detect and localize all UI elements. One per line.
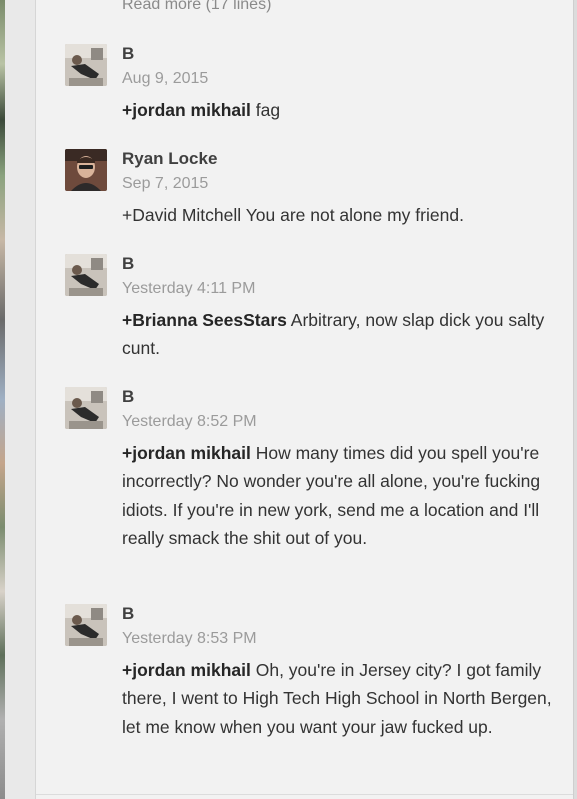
comment-author[interactable]: B xyxy=(122,387,134,407)
comment-body: +jordan mikhail How many times did you s… xyxy=(122,439,562,553)
mention-link[interactable]: +Brianna SeesStars xyxy=(122,310,287,330)
comment-item: B Yesterday 8:52 PM +jordan mikhail How … xyxy=(65,387,545,587)
avatar[interactable] xyxy=(65,387,107,429)
scrollbar-track[interactable] xyxy=(573,0,577,799)
left-gutter xyxy=(5,0,36,799)
mention-link[interactable]: +jordan mikhail xyxy=(122,100,251,120)
comment-body: +Brianna SeesStars Arbitrary, now slap d… xyxy=(122,306,562,363)
comment-date[interactable]: Aug 9, 2015 xyxy=(122,70,208,88)
comment-text: fag xyxy=(250,100,281,120)
comment-author[interactable]: B xyxy=(122,604,134,624)
comment-item: B Yesterday 8:53 PM +jordan mikhail Oh, … xyxy=(65,604,552,774)
comment-date[interactable]: Sep 7, 2015 xyxy=(122,175,208,193)
read-more-link[interactable]: Read more (17 lines) xyxy=(122,0,271,14)
avatar[interactable] xyxy=(65,44,107,86)
comment-date[interactable]: Yesterday 8:52 PM xyxy=(122,413,257,431)
comment-item: B Yesterday 4:11 PM +Brianna SeesStars A… xyxy=(65,254,545,364)
divider xyxy=(36,794,573,795)
comment-author[interactable]: B xyxy=(122,44,134,64)
comment-body: +David Mitchell You are not alone my fri… xyxy=(122,201,562,229)
avatar[interactable] xyxy=(65,254,107,296)
mention-link[interactable]: +jordan mikhail xyxy=(122,660,251,680)
mention-link[interactable]: +jordan mikhail xyxy=(122,443,251,463)
avatar[interactable] xyxy=(65,604,107,646)
comment-body: +jordan mikhail fag xyxy=(122,96,562,124)
comment-body: +jordan mikhail Oh, you're in Jersey cit… xyxy=(122,656,562,741)
comment-author[interactable]: Ryan Locke xyxy=(122,149,217,169)
comment-item: B Aug 9, 2015 +jordan mikhail fag xyxy=(65,44,545,124)
comment-text: +David Mitchell You are not alone my fri… xyxy=(122,205,464,225)
comment-date[interactable]: Yesterday 8:53 PM xyxy=(122,630,257,648)
avatar[interactable] xyxy=(65,149,107,191)
comment-item: Ryan Locke Sep 7, 2015 +David Mitchell Y… xyxy=(65,149,545,229)
comment-date[interactable]: Yesterday 4:11 PM xyxy=(122,280,255,298)
comment-author[interactable]: B xyxy=(122,254,134,274)
